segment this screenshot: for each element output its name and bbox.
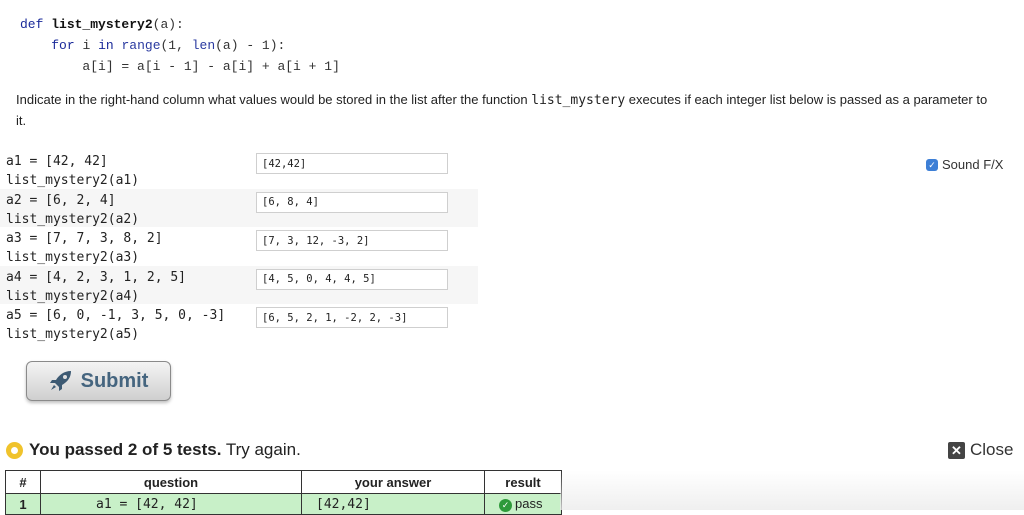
answer-input-5[interactable] [256,307,448,328]
answer-input-1[interactable] [256,153,448,174]
checkbox-checked-icon[interactable]: ✓ [926,158,938,171]
row-answer: [42,42] [301,493,485,515]
row-number: 1 [5,493,41,515]
question-code: a1 = [42, 42] list_mystery2(a1) [6,152,139,190]
function-name: list_mystery2 [51,17,153,32]
instructions-func: list_mystery [531,93,626,108]
question-code: a2 = [6, 2, 4] list_mystery2(a2) [6,191,139,229]
question-line: a3 = [7, 7, 3, 8, 2] [6,231,163,246]
question-row-4: a4 = [4, 2, 3, 1, 2, 5] list_mystery2(a4… [0,265,478,306]
question-call: list_mystery2(a4) [6,288,140,304]
close-label: Close [970,440,1014,459]
close-button[interactable]: ✕ Close [948,440,1013,460]
question-code: a3 = [7, 7, 3, 8, 2] list_mystery2(a3) [6,229,163,267]
for-keyword: for [51,38,75,53]
result-bold: You passed 2 of 5 tests. [29,440,222,459]
result-rest: Try again. [225,440,301,459]
answer-input-3[interactable] [256,230,448,251]
code-block: def list_mystery2(a): for i in range(1, … [20,14,340,77]
sound-label: Sound F/X [942,157,1004,172]
question-line: a5 = [6, 0, -1, 3, 5, 0, -3] [6,308,226,323]
question-call: list_mystery2(a3) [6,250,140,265]
answer-input-2[interactable] [256,191,448,213]
loop-var: i [82,38,91,53]
sound-toggle[interactable]: ✓ Sound F/X [926,157,1003,172]
in-keyword: in [98,38,114,53]
question-row-5: a5 = [6, 0, -1, 3, 5, 0, -3] list_myster… [0,304,478,343]
col-header-question: question [40,470,302,494]
def-keyword: def [20,17,44,32]
result-message: You passed 2 of 5 tests. Try again. [6,440,301,460]
question-line: a2 = [6, 2, 4] [6,192,116,208]
range-args-b: (a) - 1): [215,38,286,53]
instructions: Indicate in the right-hand column what v… [16,90,996,131]
submit-label: Submit [80,369,149,392]
bottom-fade [560,470,1024,510]
row-result-label: pass [515,496,543,512]
submit-button[interactable]: Submit [26,361,171,401]
question-code: a5 = [6, 0, -1, 3, 5, 0, -3] list_myster… [6,306,225,344]
range-builtin: range [121,38,161,53]
question-code: a4 = [4, 2, 3, 1, 2, 5] list_mystery2(a4… [6,268,186,306]
instructions-text-before: Indicate in the right-hand column what v… [16,92,532,107]
rocket-icon [49,371,71,391]
question-rows: a1 = [42, 42] list_mystery2(a1) a2 = [6,… [0,150,478,343]
question-row-1: a1 = [42, 42] list_mystery2(a1) [0,150,478,189]
question-line: a1 = [42, 42] [6,154,108,169]
question-call: list_mystery2(a1) [6,173,140,188]
len-builtin: len [191,38,216,53]
question-call: list_mystery2(a2) [6,211,140,227]
answer-input-4[interactable] [256,268,448,290]
function-params: (a): [152,17,184,32]
loop-body: a[i] = a[i - 1] - a[i] + a[i + 1] [82,59,340,74]
col-header-num: # [5,470,41,494]
warning-dot-icon [6,441,23,459]
row-result: ✓ pass [484,493,562,515]
question-line: a4 = [4, 2, 3, 1, 2, 5] [6,269,187,285]
question-row-3: a3 = [7, 7, 3, 8, 2] list_mystery2(a3) [0,227,478,266]
table-row: 1 a1 = [42, 42] [42,42] ✓ pass [5,493,562,515]
col-header-answer: your answer [301,470,485,494]
close-icon[interactable]: ✕ [948,441,965,459]
results-table: # question your answer result 1 a1 = [42… [5,470,562,515]
question-row-2: a2 = [6, 2, 4] list_mystery2(a2) [0,188,478,229]
row-question: a1 = [42, 42] [40,493,302,515]
table-header-row: # question your answer result [5,470,562,494]
question-call: list_mystery2(a5) [6,327,140,342]
col-header-result: result [484,470,562,494]
range-args-a: (1, [160,38,192,53]
